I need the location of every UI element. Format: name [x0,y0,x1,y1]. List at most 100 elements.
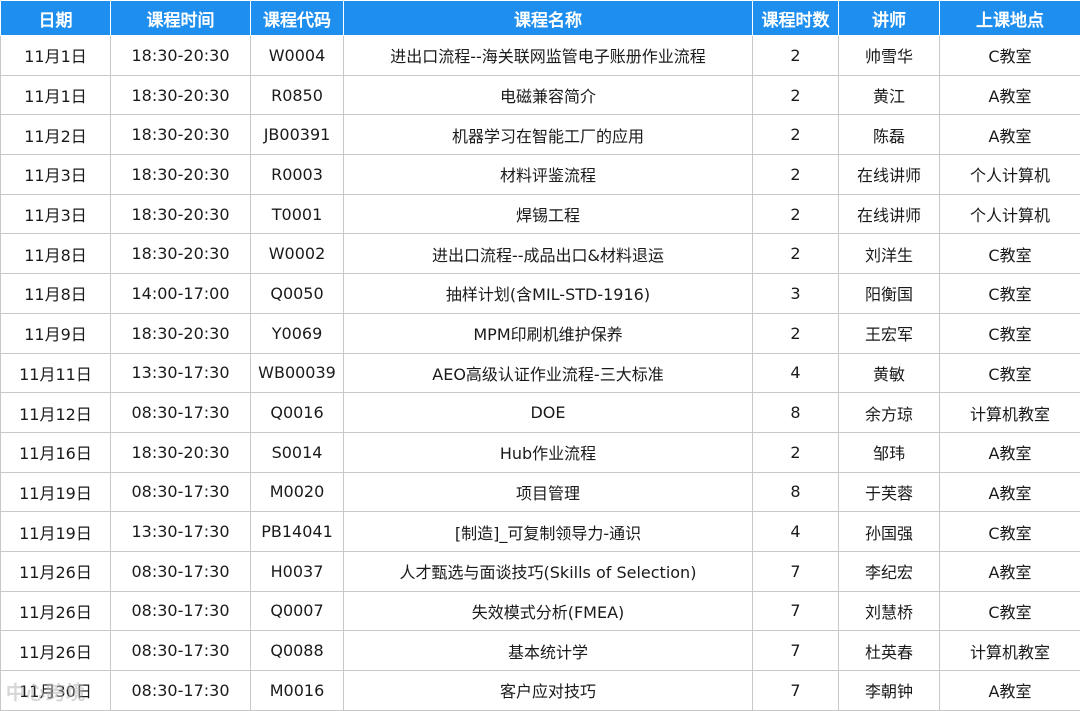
table-row: 11月19日 08:30-17:30 M0020 项目管理 8 于芙蓉 A教室 [0,471,1080,513]
header-location: 上课地点 [939,0,1080,36]
cell-location: C教室 [939,352,1080,394]
cell-course-name: 人才甄选与面谈技巧(Skills of Selection) [343,550,753,592]
cell-date: 11月16日 [0,431,111,473]
cell-date: 11月26日 [0,550,111,592]
cell-course-code: M0016 [250,670,344,711]
table-row: 11月26日 08:30-17:30 Q0088 基本统计学 7 杜英春 计算机教室 [0,630,1080,671]
cell-course-time: 18:30-20:30 [110,312,251,354]
table-row: 11月2日 18:30-20:30 JB00391 机器学习在智能工厂的应用 2 陈磊 A教… [0,114,1080,156]
cell-course-time: 14:00-17:00 [110,273,251,314]
table-row: 11月3日 18:30-20:30 R0003 材料评鉴流程 2 在线讲师 个人计算机 [0,154,1080,195]
table-row: 11月12日 08:30-17:30 Q0016 DOE 8 余方琼 计算机教室 [0,392,1080,433]
cell-location: C教室 [939,273,1080,314]
cell-instructor: 帅雪华 [838,35,940,76]
table-row: 11月1日 18:30-20:30 W0004 进出口流程--海关联网监管电子账册作业… [0,35,1080,76]
cell-course-hours: 7 [752,670,839,711]
cell-location: 计算机教室 [939,630,1080,671]
cell-instructor: 黄敏 [838,352,940,394]
cell-instructor: 李纪宏 [838,550,940,592]
table-row: 11月19日 13:30-17:30 PB14041 [制造]_可复制领导力-通识 4 孙… [0,511,1080,552]
cell-instructor: 杜英春 [838,630,940,671]
cell-date: 11月30日 [0,670,111,711]
cell-date: 11月1日 [0,74,111,116]
cell-course-code: R0850 [250,74,344,116]
cell-location: 计算机教室 [939,392,1080,433]
cell-course-time: 18:30-20:30 [110,114,251,156]
cell-instructor: 刘洋生 [838,233,940,275]
table-header: 日期 课程时间 课程代码 课程名称 课程时数 讲师 上课地点 [0,0,1080,36]
cell-course-hours: 2 [752,35,839,76]
cell-course-hours: 2 [752,193,839,235]
cell-instructor: 在线讲师 [838,154,940,195]
cell-instructor: 邹玮 [838,431,940,473]
cell-course-name: 材料评鉴流程 [343,154,753,195]
cell-course-hours: 7 [752,630,839,671]
table-row: 11月11日 13:30-17:30 WB00039 AEO高级认证作业流程-三大标准… [0,352,1080,394]
table-row: 11月26日 08:30-17:30 H0037 人才甄选与面谈技巧(Skills o… [0,550,1080,592]
cell-course-code: PB14041 [250,511,344,552]
cell-course-hours: 3 [752,273,839,314]
cell-course-name: 客户应对技巧 [343,670,753,711]
cell-date: 11月26日 [0,630,111,671]
cell-instructor: 刘慧桥 [838,590,940,632]
cell-date: 11月8日 [0,233,111,275]
cell-course-code: H0037 [250,550,344,592]
cell-location: 个人计算机 [939,193,1080,235]
cell-instructor: 于芙蓉 [838,471,940,513]
cell-location: A教室 [939,670,1080,711]
cell-course-time: 08:30-17:30 [110,471,251,513]
cell-instructor: 陈磊 [838,114,940,156]
cell-course-time: 18:30-20:30 [110,193,251,235]
cell-course-name: 进出口流程--成品出口&材料退运 [343,233,753,275]
cell-location: C教室 [939,312,1080,354]
cell-course-time: 18:30-20:30 [110,233,251,275]
cell-location: A教室 [939,471,1080,513]
cell-date: 11月1日 [0,35,111,76]
course-schedule-table: 日期 课程时间 课程代码 课程名称 课程时数 讲师 上课地点 11月1日 18:3… [0,0,1080,711]
cell-date: 11月8日 [0,273,111,314]
cell-course-name: 电磁兼容简介 [343,74,753,116]
cell-course-hours: 2 [752,431,839,473]
cell-course-hours: 2 [752,233,839,275]
header-course-time: 课程时间 [110,0,251,36]
cell-course-time: 18:30-20:30 [110,74,251,116]
cell-location: A教室 [939,550,1080,592]
header-date: 日期 [0,0,111,36]
cell-course-name: MPM印刷机维护保养 [343,312,753,354]
cell-course-hours: 8 [752,471,839,513]
cell-location: C教室 [939,35,1080,76]
header-course-code: 课程代码 [250,0,344,36]
cell-course-hours: 7 [752,590,839,632]
cell-course-time: 08:30-17:30 [110,670,251,711]
cell-date: 11月3日 [0,154,111,195]
table-body: 11月1日 18:30-20:30 W0004 进出口流程--海关联网监管电子账册作业… [0,35,1080,711]
cell-date: 11月12日 [0,392,111,433]
cell-course-time: 13:30-17:30 [110,511,251,552]
cell-course-hours: 4 [752,511,839,552]
table-row: 11月30日 08:30-17:30 M0016 客户应对技巧 7 李朝钟 A教室 [0,670,1080,711]
cell-course-code: T0001 [250,193,344,235]
cell-course-name: 焊锡工程 [343,193,753,235]
cell-date: 11月26日 [0,590,111,632]
cell-instructor: 孙国强 [838,511,940,552]
header-instructor: 讲师 [838,0,940,36]
cell-course-hours: 2 [752,312,839,354]
cell-course-code: Q0088 [250,630,344,671]
cell-course-time: 08:30-17:30 [110,550,251,592]
cell-course-code: Q0007 [250,590,344,632]
cell-location: 个人计算机 [939,154,1080,195]
cell-date: 11月19日 [0,511,111,552]
cell-location: C教室 [939,590,1080,632]
table-row: 11月3日 18:30-20:30 T0001 焊锡工程 2 在线讲师 个人计算机 [0,193,1080,235]
table-row: 11月26日 08:30-17:30 Q0007 失效模式分析(FMEA) 7 刘慧桥 C教… [0,590,1080,632]
cell-date: 11月3日 [0,193,111,235]
cell-instructor: 阳衡国 [838,273,940,314]
cell-course-hours: 2 [752,74,839,116]
cell-instructor: 余方琼 [838,392,940,433]
cell-course-name: 进出口流程--海关联网监管电子账册作业流程 [343,35,753,76]
cell-course-name: 基本统计学 [343,630,753,671]
cell-instructor: 李朝钟 [838,670,940,711]
cell-course-code: R0003 [250,154,344,195]
cell-course-time: 08:30-17:30 [110,590,251,632]
cell-course-code: Y0069 [250,312,344,354]
